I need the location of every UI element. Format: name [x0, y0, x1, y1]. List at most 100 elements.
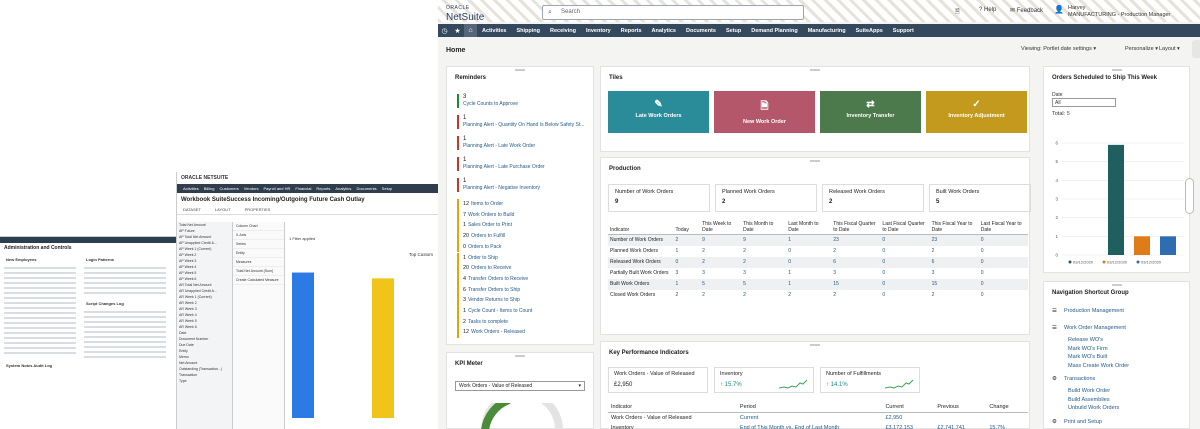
reminder-label[interactable]: Work Orders - Released — [471, 329, 525, 335]
tab-properties[interactable]: PROPERTIES — [245, 207, 271, 212]
reminder-label[interactable]: Tasks to complete — [468, 319, 508, 325]
reminder-label[interactable]: Cycle Counts to Approve — [463, 101, 589, 108]
nav-setup[interactable]: Setup — [726, 28, 741, 34]
drag-handle[interactable] — [810, 69, 820, 71]
reminder-label[interactable]: Sales Order to Print — [468, 222, 512, 228]
kpi-meter-select[interactable]: Work Orders - Value of Released ▾ — [455, 381, 585, 391]
tab-dataset[interactable]: DATASET — [183, 207, 201, 212]
layout-button[interactable]: Layout ▾ — [1159, 46, 1180, 52]
layout-item[interactable]: X-Axis — [233, 231, 284, 240]
shortcut-link[interactable]: Build Assemblies — [1068, 397, 1110, 403]
tile-inventory-transfer[interactable]: ⇄ Inventory Transfer — [820, 91, 921, 133]
workbook-nav-item[interactable]: Customers — [219, 186, 238, 191]
layout-item[interactable]: Total Net Amount (Sum) — [233, 267, 284, 276]
side-tab[interactable] — [1192, 40, 1200, 58]
workbook-nav-item[interactable]: Documents — [356, 186, 376, 191]
scroll-widget[interactable] — [1185, 178, 1194, 214]
shortcut-link[interactable]: Mass Create Work Order — [1068, 363, 1129, 369]
nav-shipping[interactable]: Shipping — [516, 28, 540, 34]
reminder-item[interactable]: 2 Tasks to complete — [457, 316, 589, 328]
workbook-nav-item[interactable]: Vendors — [244, 186, 259, 191]
kpi-box[interactable]: Work Orders - Value of Released £2,950 — [608, 367, 708, 393]
drag-handle[interactable] — [810, 160, 820, 162]
kpi-box[interactable]: Inventory ↑ 15.7% — [714, 367, 814, 393]
reminder-item[interactable]: 3 Cycle Counts to Approve — [457, 94, 589, 108]
help-link[interactable]: ? Help — [979, 7, 996, 13]
reminder-item[interactable]: 6 Transfer Orders to Ship — [457, 284, 589, 296]
shortcut-link[interactable]: Unbuild Work Orders — [1068, 405, 1119, 411]
nav-suiteapps[interactable]: SuiteApps — [856, 28, 883, 34]
reminder-item[interactable]: 12 Work Orders - Released — [457, 327, 589, 339]
shortcut-group-title[interactable]: Production Management — [1064, 308, 1124, 314]
drag-handle[interactable] — [1111, 69, 1122, 71]
workbook-bar[interactable] — [372, 278, 394, 418]
kpi-box[interactable]: Number of Fulfillments ↑ 14.1% — [820, 367, 920, 393]
shortcut-link[interactable]: Mark WO's Firm — [1068, 346, 1108, 352]
nav-activities[interactable]: Activities — [482, 28, 506, 34]
production-summary-box[interactable]: Planned Work Orders 2 — [715, 184, 817, 212]
orders-bar[interactable] — [1108, 144, 1124, 255]
reminder-label[interactable]: Items to Order — [471, 201, 503, 207]
orders-bar[interactable] — [1134, 236, 1150, 255]
reminder-label[interactable]: Planning Alert - Late Work Order — [463, 143, 589, 150]
nav-inventory[interactable]: Inventory — [586, 28, 611, 34]
reminder-item[interactable]: 7 Work Orders to Build — [457, 209, 589, 221]
layout-item[interactable]: Entity — [233, 249, 284, 258]
workbook-nav-item[interactable]: Reports — [316, 186, 330, 191]
shortcut-link[interactable]: Build Work Order — [1068, 388, 1110, 394]
layout-item[interactable]: Series — [233, 240, 284, 249]
shortcut-group-title[interactable]: Transactions — [1064, 376, 1095, 382]
reminder-label[interactable]: Transfer Orders to Ship — [468, 287, 520, 293]
viewing-settings[interactable]: Viewing: Portlet date settings ▾ — [1021, 46, 1096, 52]
nav-analytics[interactable]: Analytics — [652, 28, 676, 34]
workbook-nav-item[interactable]: Analytics — [335, 186, 351, 191]
shortcut-link[interactable]: Release WO's — [1068, 337, 1103, 343]
reminder-item[interactable]: 1 Planning Alert - Late Work Order — [457, 136, 589, 150]
nav-support[interactable]: Support — [893, 28, 914, 34]
layout-item[interactable]: Create Calculated Measure — [233, 276, 284, 285]
reminder-item[interactable]: 1 Cycle Count - Items to Count — [457, 306, 589, 317]
nav-receiving[interactable]: Receiving — [550, 28, 576, 34]
workbook-bar[interactable] — [292, 272, 314, 418]
nav-reports[interactable]: Reports — [621, 28, 642, 34]
total-value[interactable]: 5 — [1067, 111, 1070, 117]
production-summary-box[interactable]: Released Work Orders 2 — [822, 184, 924, 212]
reminder-item[interactable]: 0 Orders to Pack — [457, 241, 589, 253]
star-icon[interactable]: ★ — [451, 24, 464, 37]
reminder-label[interactable]: Planning Alert - Negative Inventory — [463, 185, 589, 192]
reminder-label[interactable]: Planning Alert - Late Purchase Order — [463, 164, 589, 171]
date-filter-input[interactable]: All — [1052, 98, 1116, 107]
global-search[interactable]: ⌕ Search — [542, 5, 804, 20]
reminder-label[interactable]: Planning Alert - Quantity On Hand Is Bel… — [463, 122, 589, 129]
tile-late-work-orders[interactable]: ✎ Late Work Orders — [608, 91, 709, 133]
shortcut-group-title[interactable]: Print and Setup — [1064, 419, 1102, 425]
workbook-nav-item[interactable]: Setup — [382, 186, 392, 191]
shortcut-group-title[interactable]: Work Order Management — [1064, 325, 1126, 331]
reminder-label[interactable]: Cycle Count - Items to Count — [468, 308, 532, 314]
feedback-link[interactable]: ✉ Feedback — [1010, 7, 1043, 14]
user-menu[interactable]: Harvey MANUFACTURING - Production Manage… — [1068, 5, 1170, 19]
reminder-item[interactable]: 1 Sales Order to Print — [457, 220, 589, 232]
nav-documents[interactable]: Documents — [686, 28, 716, 34]
reminder-label[interactable]: Orders to Pack — [468, 244, 501, 250]
dataset-field[interactable]: Type — [177, 378, 232, 384]
workbook-nav-item[interactable]: Financial — [295, 186, 311, 191]
document-icon[interactable]: 🗎 — [955, 7, 960, 17]
reminder-item[interactable]: 1 Planning Alert - Quantity On Hand Is Be… — [457, 115, 589, 129]
nav-demand-planning[interactable]: Demand Planning — [751, 28, 797, 34]
reminder-label[interactable]: Transfer Orders to Receive — [468, 276, 528, 282]
layout-item[interactable]: Measures — [233, 258, 284, 267]
layout-item[interactable]: Column Chart — [233, 222, 284, 231]
nav-manufacturing[interactable]: Manufacturing — [808, 28, 846, 34]
reminder-item[interactable]: 1 Planning Alert - Negative Inventory — [457, 178, 589, 192]
reminder-label[interactable]: Order to Ship — [468, 255, 498, 261]
reminder-item[interactable]: 1 Order to Ship — [457, 252, 589, 264]
drag-handle[interactable] — [810, 344, 820, 346]
shortcut-link[interactable]: Mark WO's Built — [1068, 354, 1107, 360]
drag-handle[interactable] — [515, 355, 525, 357]
drag-handle[interactable] — [1111, 284, 1122, 286]
netsuite-logo[interactable]: ORACLE NetSuite — [446, 4, 484, 23]
tile-new-work-order[interactable]: 🗎 New Work Order — [714, 91, 815, 133]
workbook-nav-item[interactable]: Billing — [204, 186, 215, 191]
drag-handle[interactable] — [515, 69, 525, 71]
